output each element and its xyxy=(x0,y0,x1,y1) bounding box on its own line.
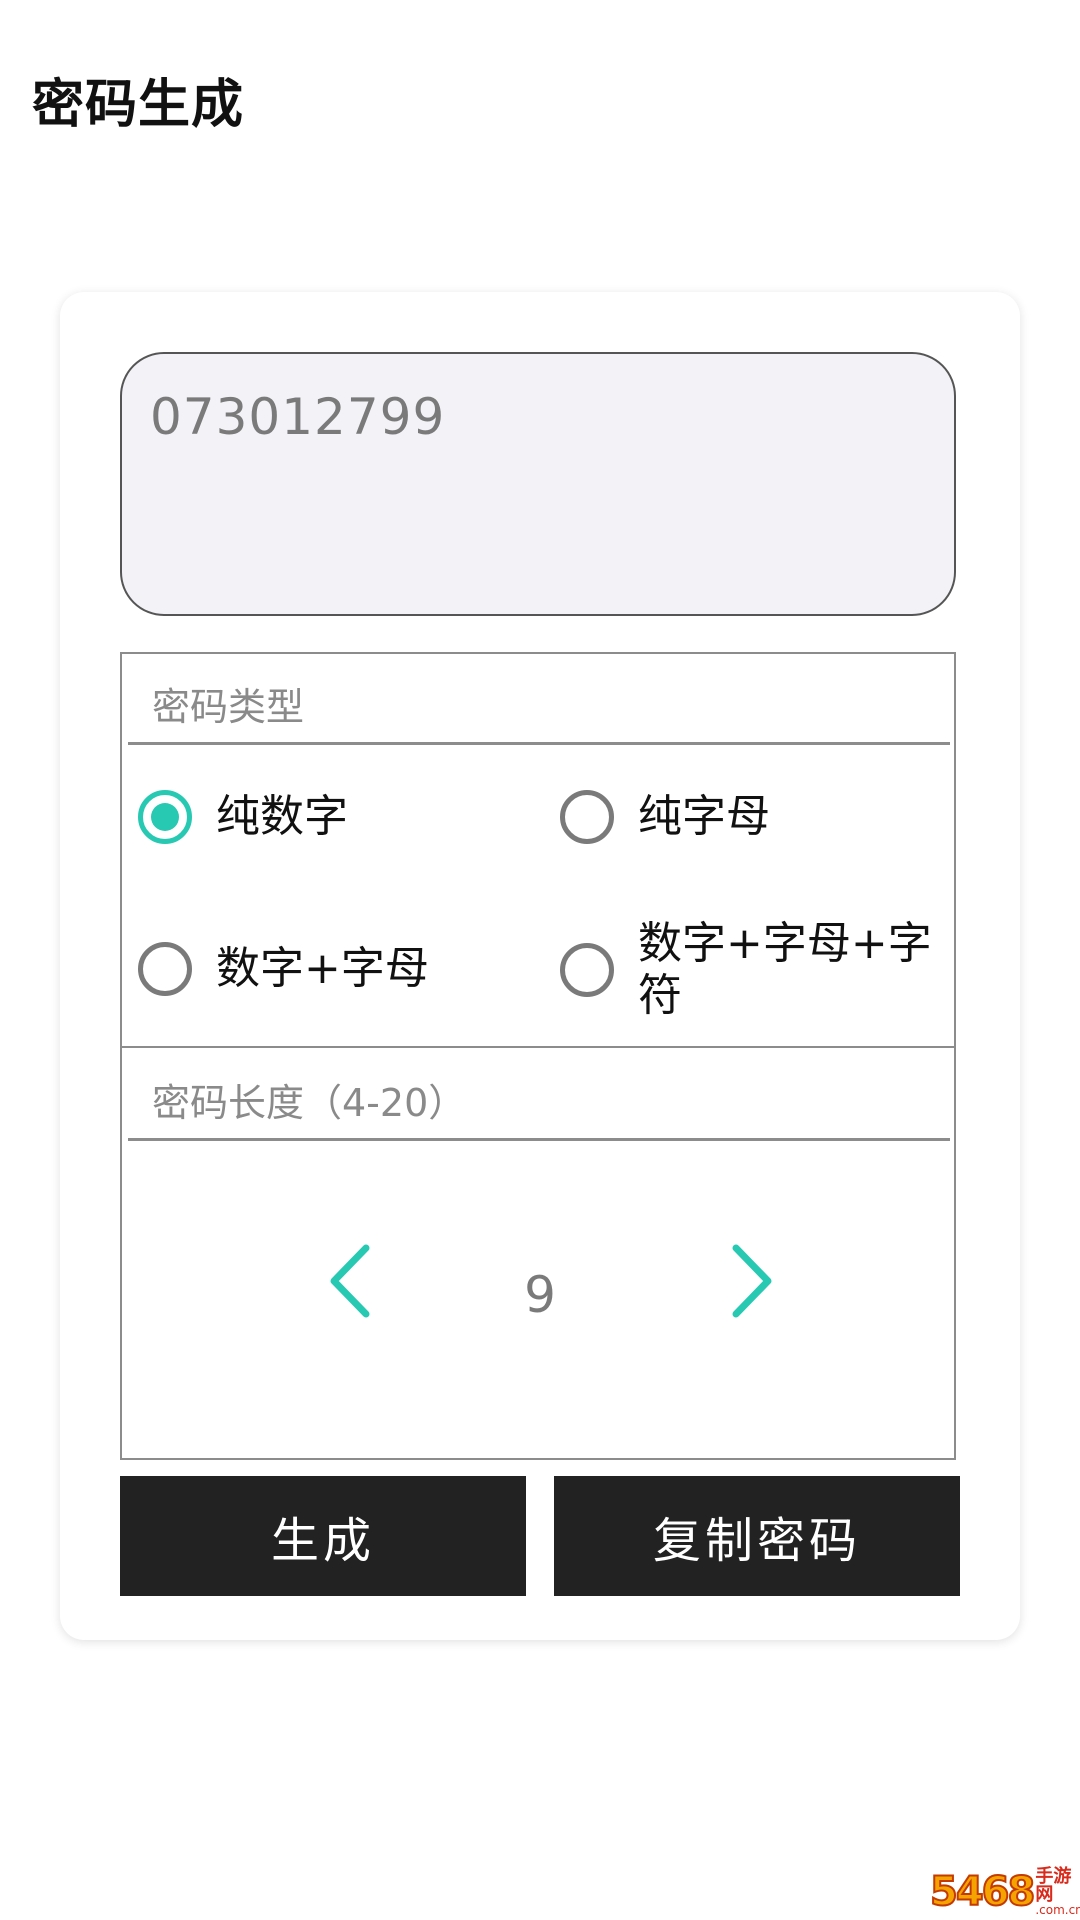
password-length-label: 密码长度（4-20） xyxy=(152,1081,467,1125)
section-divider xyxy=(122,1046,954,1048)
decrease-length-button[interactable] xyxy=(318,1236,388,1326)
watermark-digits: 5468 xyxy=(929,1868,1036,1916)
radio-unchecked-icon xyxy=(560,943,614,997)
radio-unchecked-icon xyxy=(138,942,192,996)
app-screen: 密码生成 073012799 密码类型 纯数字 纯字母 数字+字母 数字+字母+… xyxy=(0,0,1080,1920)
radio-option-digits[interactable]: 纯数字 xyxy=(138,790,348,844)
watermark-logo: 5468 手游网 .com.cn xyxy=(929,1868,1080,1917)
radio-unchecked-icon xyxy=(560,790,614,844)
watermark-text: 手游网 xyxy=(1035,1866,1072,1905)
radio-label-digits: 纯数字 xyxy=(216,791,348,842)
radio-label-digits-letters: 数字+字母 xyxy=(216,943,429,994)
password-type-underline xyxy=(128,742,950,745)
password-type-label: 密码类型 xyxy=(152,685,305,729)
radio-label-letters: 纯字母 xyxy=(638,791,770,842)
page-title: 密码生成 xyxy=(32,75,245,135)
watermark-side: 手游网 .com.cn xyxy=(1035,1866,1080,1917)
chevron-right-icon xyxy=(732,1244,772,1318)
options-panel: 密码类型 纯数字 纯字母 数字+字母 数字+字母+字符 密码长度（4-20） 9 xyxy=(120,652,956,1460)
radio-checked-icon xyxy=(138,790,192,844)
increase-length-button[interactable] xyxy=(714,1236,784,1326)
radio-option-digits-letters[interactable]: 数字+字母 xyxy=(138,942,429,996)
copy-password-button[interactable]: 复制密码 xyxy=(554,1476,960,1596)
watermark-domain: .com.cn xyxy=(1035,1903,1080,1917)
radio-label-digits-letters-symbols: 数字+字母+字符 xyxy=(638,918,932,1021)
password-length-underline xyxy=(128,1138,950,1141)
radio-option-letters[interactable]: 纯字母 xyxy=(560,790,770,844)
generate-button[interactable]: 生成 xyxy=(120,1476,526,1596)
chevron-left-icon xyxy=(330,1244,370,1318)
radio-option-digits-letters-symbols[interactable]: 数字+字母+字符 xyxy=(560,918,938,1022)
generator-card: 073012799 密码类型 纯数字 纯字母 数字+字母 数字+字母+字符 密码… xyxy=(60,292,1020,1640)
password-length-value: 9 xyxy=(524,1266,556,1324)
password-output-text: 073012799 xyxy=(150,388,446,446)
password-output-field[interactable]: 073012799 xyxy=(120,352,956,616)
